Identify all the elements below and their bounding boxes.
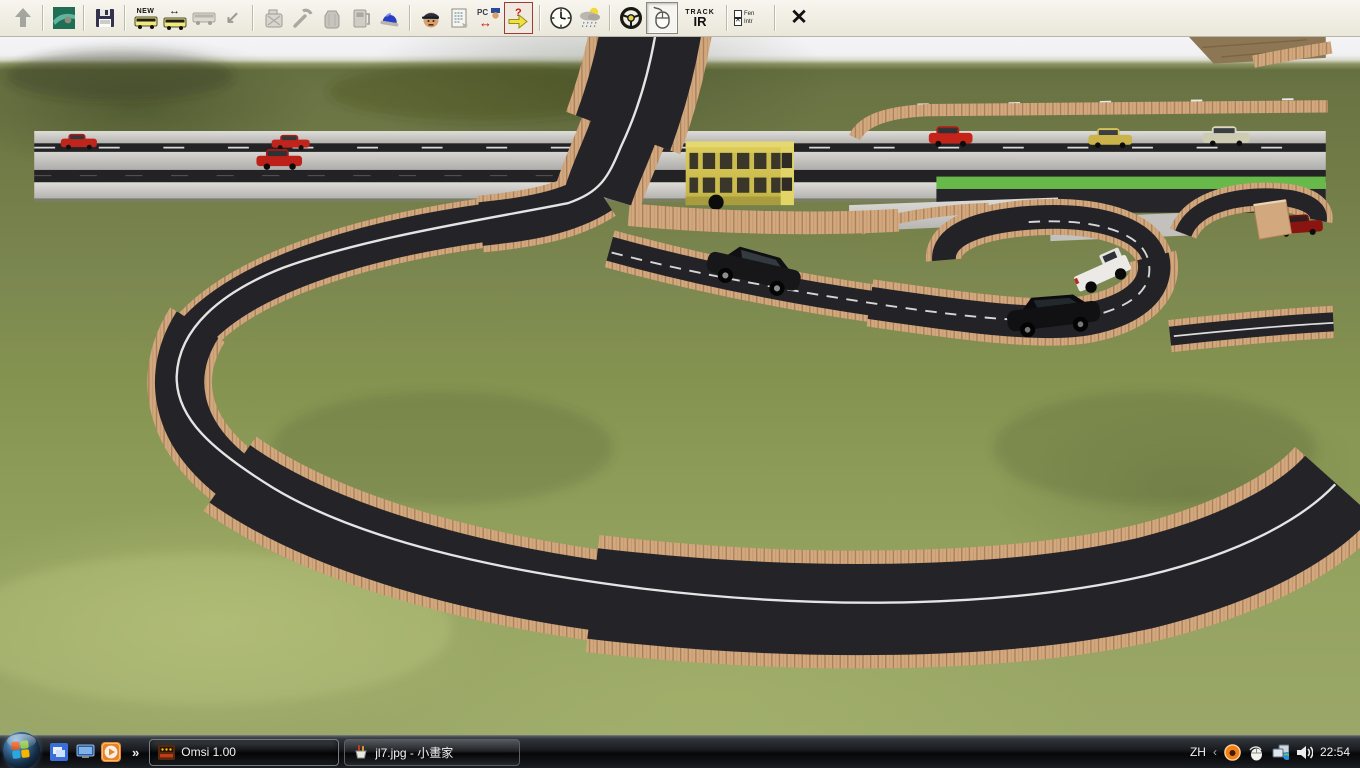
- taskbar-button-paint[interactable]: jl7.jpg - 小畫家: [344, 739, 520, 766]
- trackir-label-bottom: IR: [694, 16, 707, 27]
- taskbar-button-omsi[interactable]: Omsi 1.00: [149, 739, 339, 766]
- bus-icon: [163, 16, 187, 30]
- bus-wheel: [708, 195, 723, 210]
- hidden-icons-chevron[interactable]: ‹: [1213, 745, 1217, 759]
- window-switcher-icon: [50, 743, 68, 761]
- sack-icon: [320, 6, 344, 30]
- close-button[interactable]: ✕: [782, 3, 816, 33]
- mouse-steering-button[interactable]: [646, 2, 678, 34]
- enter-vehicle-button[interactable]: ↙: [219, 3, 246, 33]
- refuel-button[interactable]: [260, 3, 287, 33]
- separator: [252, 5, 254, 31]
- wall-block: [1254, 200, 1292, 239]
- windows-taskbar: » Omsi 1.00 jl7.jpg - 小畫家 ZH ‹: [0, 735, 1360, 768]
- options-button[interactable]: Fen Intr: [734, 3, 768, 33]
- tray-volume[interactable]: [1296, 744, 1313, 761]
- wrench-icon: [291, 6, 315, 30]
- steering-wheel-button[interactable]: [617, 3, 644, 33]
- start-button[interactable]: [3, 732, 40, 768]
- quick-launch-desktop[interactable]: [75, 742, 95, 762]
- double-decker-bus: [686, 141, 794, 209]
- help-route-button[interactable]: ?: [504, 2, 533, 34]
- tray-app-orange[interactable]: [1224, 744, 1241, 761]
- tray-clock[interactable]: 22:54: [1320, 745, 1350, 759]
- network-icon: [1272, 744, 1289, 761]
- mouse-icon: [650, 5, 674, 31]
- separator: [726, 5, 728, 31]
- repair-button[interactable]: [289, 3, 316, 33]
- orange-ring-icon: [1224, 744, 1241, 761]
- tray-network[interactable]: [1272, 744, 1289, 761]
- trackir-button[interactable]: TRACK IR: [680, 3, 720, 33]
- weather-icon: [577, 5, 603, 31]
- separator: [42, 5, 44, 31]
- fuel-pump-button[interactable]: [347, 3, 374, 33]
- spiral-ramp-main: [177, 37, 1339, 610]
- jerry-can-icon: [262, 6, 286, 30]
- task-label: jl7.jpg - 小畫家: [375, 744, 453, 761]
- save-button[interactable]: [91, 3, 118, 33]
- change-bus-button[interactable]: ↔: [161, 3, 188, 33]
- tray-mouse-utility[interactable]: [1248, 744, 1265, 761]
- fuel-pump-icon: [349, 6, 373, 30]
- svg-text:↔: ↔: [479, 15, 492, 30]
- swap-arrows-glyph: ↔: [169, 7, 180, 16]
- new-bus-label: NEW: [137, 8, 155, 15]
- bus-icon: [134, 15, 158, 29]
- quick-launch-switcher[interactable]: [49, 742, 69, 762]
- map-icon: [53, 7, 75, 29]
- white-mouse-icon: [1248, 744, 1265, 761]
- pc-swap-icon: PC ↔: [476, 6, 502, 30]
- quick-launch-media-player[interactable]: [101, 742, 121, 762]
- close-x-icon: ✕: [790, 8, 808, 28]
- task-label: Omsi 1.00: [181, 745, 236, 759]
- separator: [83, 5, 85, 31]
- language-indicator[interactable]: ZH: [1190, 745, 1206, 759]
- bus-disabled-icon: [192, 10, 216, 26]
- quick-launch-overflow[interactable]: »: [132, 745, 139, 760]
- foreground-wall: [629, 215, 899, 223]
- steering-wheel-icon: [618, 5, 644, 31]
- beacon-button[interactable]: [376, 3, 403, 33]
- editor-toolbar: NEW ↔ ↙: [0, 0, 1360, 37]
- money-bag-button[interactable]: [318, 3, 345, 33]
- question-arrow-icon: ?: [507, 6, 531, 30]
- driver-face-icon: [418, 6, 444, 30]
- checkbox-checked-icon: [734, 18, 742, 26]
- exit-up-button[interactable]: [9, 3, 36, 33]
- clock-icon: [548, 5, 574, 31]
- orb-gloss: [7, 734, 36, 748]
- option-row-2: Intr: [734, 18, 753, 26]
- separator: [539, 5, 541, 31]
- ticket-list-icon: [448, 6, 472, 30]
- save-icon: [94, 7, 116, 29]
- remove-bus-button[interactable]: [190, 3, 217, 33]
- 3d-viewport[interactable]: [0, 37, 1360, 735]
- omsi-editor-window: NEW ↔ ↙: [0, 0, 1360, 768]
- separator: [409, 5, 411, 31]
- speaker-icon: [1296, 744, 1313, 761]
- spiral-ramp-inner: [610, 217, 1155, 341]
- separator: [609, 5, 611, 31]
- scene-canvas: [0, 37, 1360, 735]
- system-tray: ZH ‹: [1190, 744, 1360, 761]
- monitor-icon: [76, 744, 95, 760]
- separator: [124, 5, 126, 31]
- driver-button[interactable]: [417, 3, 444, 33]
- omsi-app-icon: [158, 745, 175, 760]
- tickets-button[interactable]: [446, 3, 473, 33]
- up-arrow-icon: [15, 8, 31, 27]
- separator: [774, 5, 776, 31]
- map-button[interactable]: [50, 3, 77, 33]
- weather-button[interactable]: [576, 3, 603, 33]
- media-player-icon: [101, 742, 121, 762]
- paint-app-icon: [353, 744, 369, 760]
- new-bus-button[interactable]: NEW: [132, 3, 159, 33]
- down-left-arrow-icon: ↙: [225, 9, 239, 27]
- time-button[interactable]: [547, 3, 574, 33]
- pc-swap-button[interactable]: PC ↔: [475, 3, 502, 33]
- blue-beacon-icon: [377, 6, 403, 30]
